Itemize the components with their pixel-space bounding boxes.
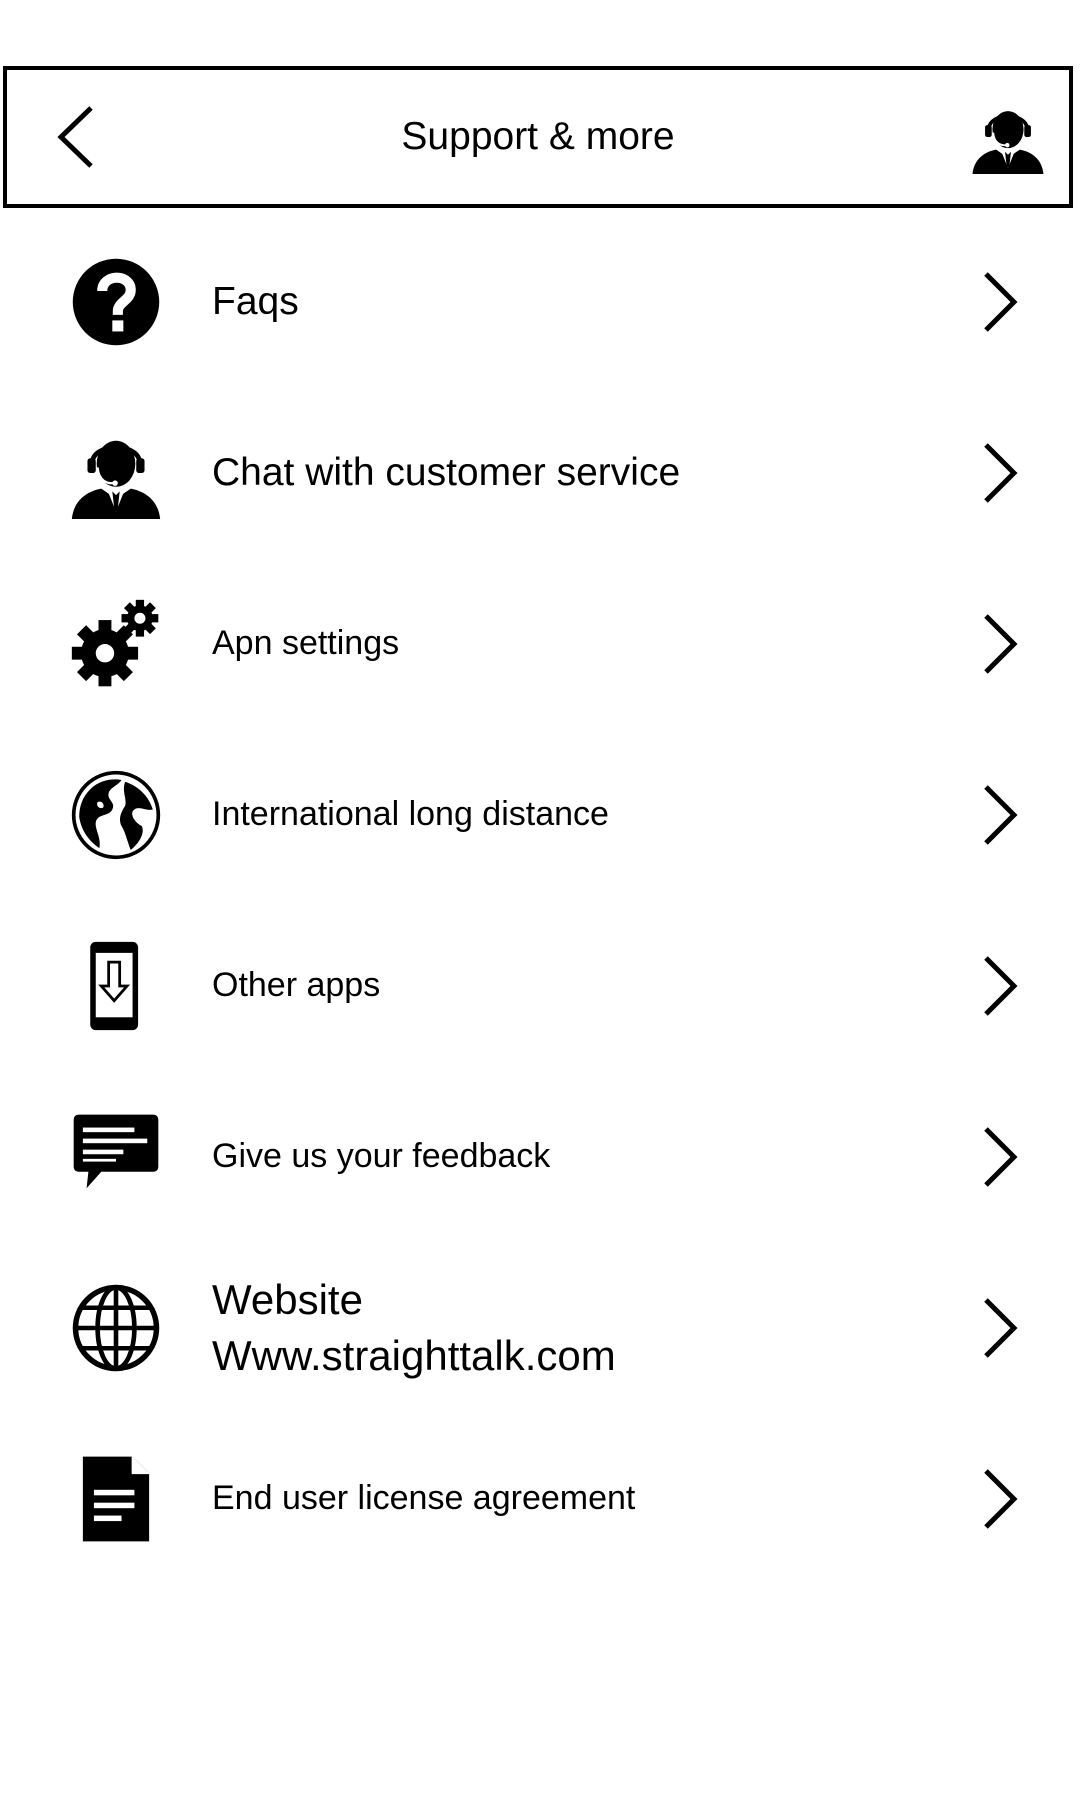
globe-earth-icon xyxy=(70,769,162,861)
customer-service-agent-icon xyxy=(70,427,162,519)
menu-item-faqs[interactable]: Faqs xyxy=(0,216,1080,387)
chevron-left-icon xyxy=(53,104,97,170)
customer-service-agent-icon xyxy=(971,98,1045,176)
menu-item-give-us-your-feedback[interactable]: Give us your feedback xyxy=(0,1071,1080,1242)
menu-item-label: Apn settings xyxy=(212,624,400,662)
page-title: Support & more xyxy=(401,115,675,158)
menu-item-other-apps[interactable]: Other apps xyxy=(0,900,1080,1071)
chevron-right-icon xyxy=(980,1125,1020,1189)
gears-icon xyxy=(70,598,162,690)
menu-item-label: Chat with customer service xyxy=(212,450,681,494)
app-header: Support & more xyxy=(3,66,1073,208)
back-button[interactable] xyxy=(53,104,97,170)
chevron-right-icon xyxy=(980,954,1020,1018)
chevron-right-icon xyxy=(980,612,1020,676)
menu-item-label: End user license agreement xyxy=(212,1479,636,1517)
document-icon xyxy=(70,1453,162,1545)
menu-item-label: Website xyxy=(212,1275,363,1323)
chevron-right-icon xyxy=(980,270,1020,334)
menu-item-chat-with-customer-service[interactable]: Chat with customer service xyxy=(0,387,1080,558)
menu-item-label: Give us your feedback xyxy=(212,1137,551,1175)
globe-grid-icon xyxy=(70,1282,162,1374)
customer-service-button[interactable] xyxy=(971,98,1045,176)
menu-item-label: International long distance xyxy=(212,795,609,833)
chevron-right-icon xyxy=(980,1296,1020,1360)
menu-item-international-long-distance[interactable]: International long distance xyxy=(0,729,1080,900)
chevron-right-icon xyxy=(980,441,1020,505)
chevron-right-icon xyxy=(980,1467,1020,1531)
menu-item-label: Other apps xyxy=(212,966,381,1004)
menu-item-website[interactable]: Website Www.straighttalk.com xyxy=(0,1242,1080,1413)
chat-bubble-icon xyxy=(70,1111,162,1203)
menu-item-apn-settings[interactable]: Apn settings xyxy=(0,558,1080,729)
phone-download-icon xyxy=(70,940,162,1032)
menu-item-end-user-license-agreement[interactable]: End user license agreement xyxy=(0,1413,1080,1584)
support-menu-list: Faqs Chat with customer service Apn sett… xyxy=(0,216,1080,1584)
menu-item-label: Faqs xyxy=(212,279,299,323)
website-url-link[interactable]: Www.straighttalk.com xyxy=(212,1328,910,1384)
chevron-right-icon xyxy=(980,783,1020,847)
question-circle-icon xyxy=(70,256,162,348)
